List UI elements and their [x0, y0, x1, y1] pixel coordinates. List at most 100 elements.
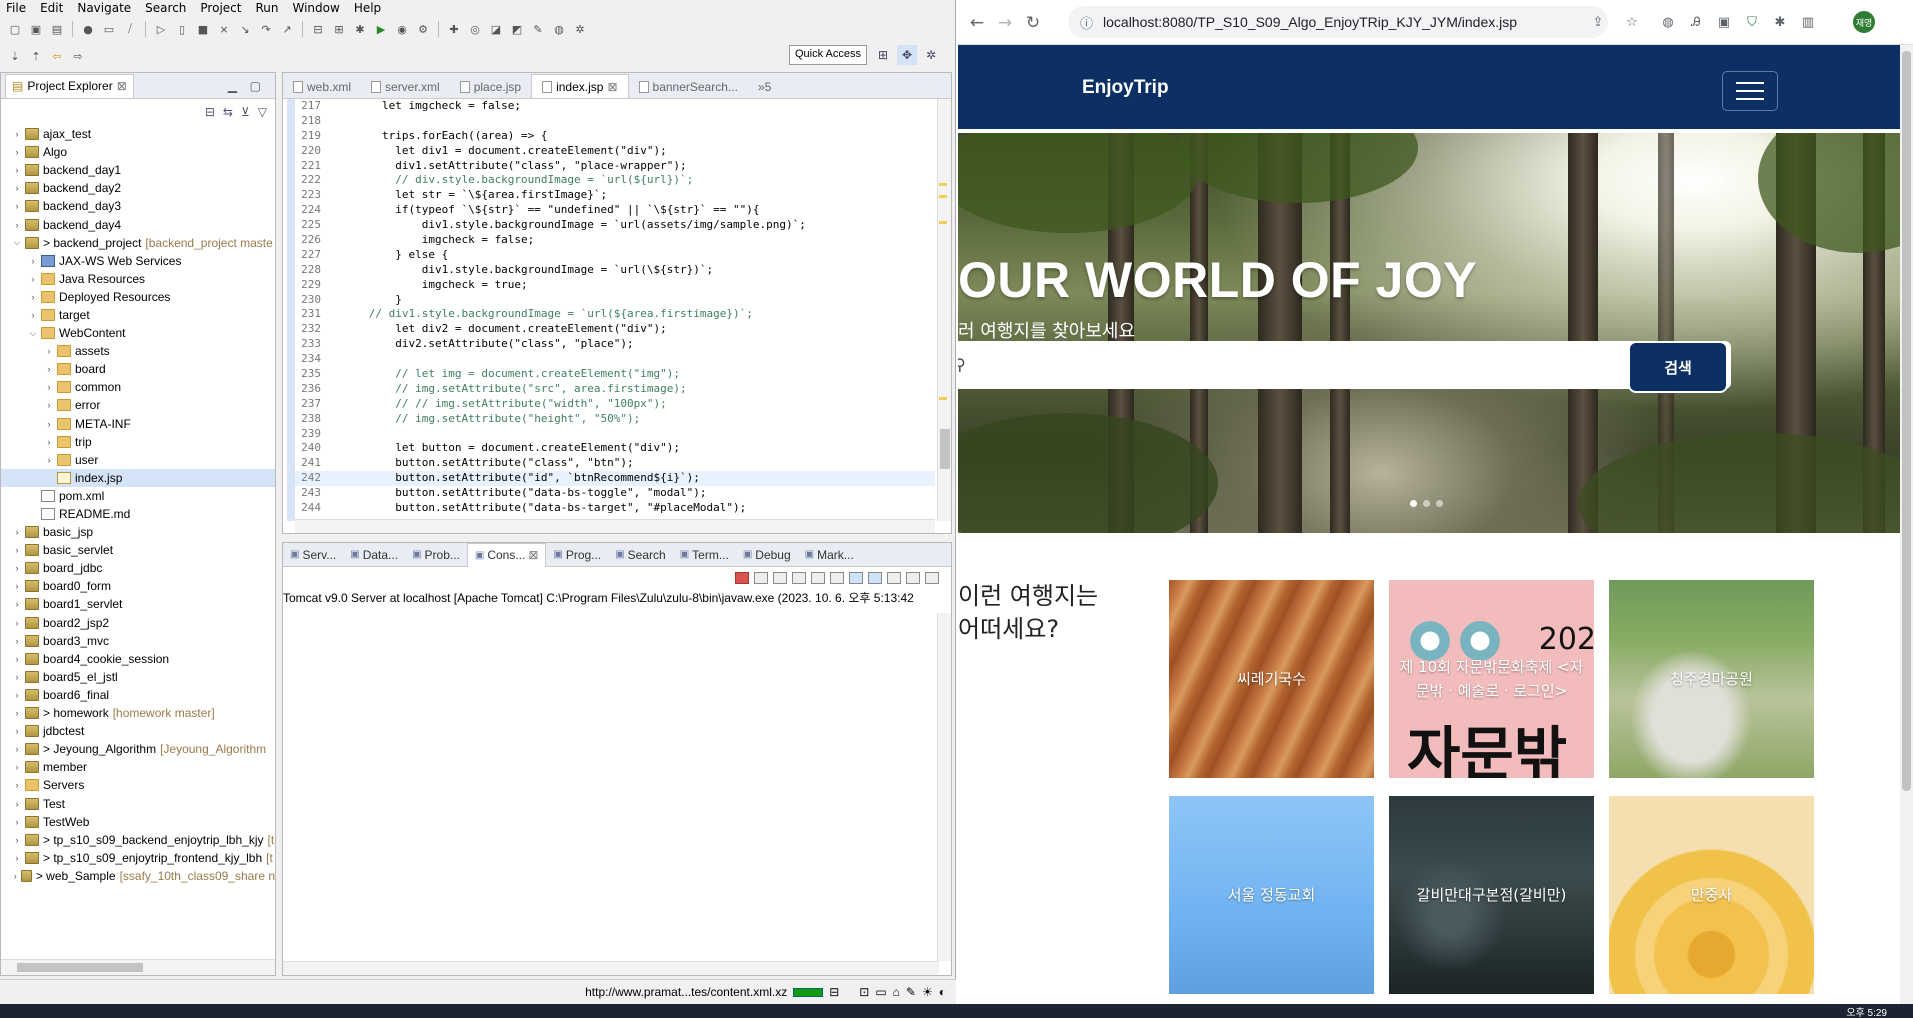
code-line[interactable]: 238 // img.setAttribute("height", "50%")…	[295, 412, 935, 427]
debug-icon[interactable]: ✱	[351, 20, 369, 38]
extension-c-icon[interactable]: ▣	[1714, 12, 1734, 32]
scroll-thumb[interactable]	[940, 429, 950, 469]
tree-item[interactable]: › user	[1, 451, 275, 469]
close-icon[interactable]: ⊠	[607, 80, 617, 94]
extension-b-icon[interactable]: Ꭿ	[1686, 12, 1706, 32]
toggle-icon[interactable]: ⊟	[309, 20, 327, 38]
chevron-right-icon[interactable]: ›	[27, 274, 39, 284]
chevron-down-icon[interactable]: ⌵	[11, 237, 23, 248]
tree-item[interactable]: › > tp_s10_s09_enjoytrip_frontend_kjy_lbh…	[1, 849, 275, 867]
project-explorer-tab[interactable]: ▤ Project Explorer ⊠	[5, 73, 134, 98]
overview-marker[interactable]	[939, 183, 947, 186]
chevron-right-icon[interactable]: ›	[43, 382, 55, 392]
tree-item[interactable]: › Servers	[1, 776, 275, 794]
menu-project[interactable]: Project	[200, 1, 241, 15]
tree-item[interactable]: › Deployed Resources	[1, 288, 275, 306]
step-into-icon[interactable]: ↘	[236, 20, 254, 38]
tree-item[interactable]: › > homework [homework master]	[1, 704, 275, 722]
notification-icon[interactable]: ⊡	[859, 985, 869, 999]
chevron-right-icon[interactable]: ›	[43, 364, 55, 374]
debug-perspective-icon[interactable]: ✲	[921, 45, 941, 65]
chevron-right-icon[interactable]: ›	[43, 346, 55, 356]
console-tab[interactable]: ▣ Prob...	[405, 544, 467, 566]
code-line[interactable]: 226 imgcheck = false;	[295, 233, 935, 248]
chevron-right-icon[interactable]: ›	[11, 165, 23, 175]
tree-item[interactable]: › board3_mvc	[1, 632, 275, 650]
menu-edit[interactable]: Edit	[40, 1, 63, 15]
code-line[interactable]: 240 let button = document.createElement(…	[295, 441, 935, 456]
tree-item[interactable]: › Java Resources	[1, 270, 275, 288]
menu-help[interactable]: Help	[354, 1, 381, 15]
menu-file[interactable]: File	[6, 1, 26, 15]
terminate-icon[interactable]	[735, 572, 749, 584]
editor-tab[interactable]: server.xml	[361, 76, 450, 98]
carousel-dot[interactable]	[1423, 500, 1430, 507]
url-text[interactable]: localhost:8080/TP_S10_S09_Algo_EnjoyTRip…	[1103, 14, 1517, 30]
forward-icon[interactable]: →	[994, 12, 1016, 34]
page-vertical-scrollbar[interactable]	[1900, 45, 1913, 1004]
tree-item[interactable]: pom.xml	[1, 487, 275, 505]
place-card[interactable]: 씨레기국수	[1169, 580, 1374, 778]
filter-icon[interactable]: ⊻	[241, 105, 250, 119]
code-line[interactable]: 219 trips.forEach((area) => {	[295, 129, 935, 144]
carousel-dot[interactable]	[1436, 500, 1443, 507]
tree-item[interactable]: › board5_el_jstl	[1, 668, 275, 686]
code-line[interactable]: 237 // // img.setAttribute("width", "100…	[295, 397, 935, 412]
reload-icon[interactable]: ↻	[1022, 12, 1044, 34]
tree-item[interactable]: README.md	[1, 505, 275, 523]
taskbar-clock[interactable]: 오후 5:29	[1846, 1004, 1887, 1018]
tree-item[interactable]: › TestWeb	[1, 813, 275, 831]
tree-item[interactable]: › board0_form	[1, 577, 275, 595]
hat-icon[interactable]: ⌂	[893, 985, 900, 999]
chevron-right-icon[interactable]: ›	[11, 654, 23, 664]
chevron-right-icon[interactable]: ›	[11, 871, 19, 881]
tree-item[interactable]: › board6_final	[1, 686, 275, 704]
chevron-right-icon[interactable]: ›	[11, 744, 23, 754]
code-line[interactable]: 217 let imgcheck = false;	[295, 99, 935, 114]
tree-item[interactable]: › ajax_test	[1, 125, 275, 143]
new-java-icon[interactable]: ✚	[445, 20, 463, 38]
editor-tab[interactable]: »5	[748, 76, 781, 98]
explorer-horizontal-scrollbar[interactable]	[1, 959, 275, 975]
menu-run[interactable]: Run	[255, 1, 278, 15]
chevron-right-icon[interactable]: ›	[27, 310, 39, 320]
place-card[interactable]: 서울 정동교회	[1169, 796, 1374, 994]
collapse-all-icon[interactable]: ⊟	[205, 105, 215, 119]
editor-vertical-scrollbar[interactable]	[937, 99, 951, 521]
forward-icon[interactable]: ⇨	[69, 47, 87, 65]
remove-all-icon[interactable]	[773, 572, 787, 584]
code-line[interactable]: 220 let div1 = document.createElement("d…	[295, 144, 935, 159]
overview-marker[interactable]	[939, 221, 947, 224]
console-tab[interactable]: ▣ Data...	[343, 544, 405, 566]
tree-item[interactable]: › common	[1, 378, 275, 396]
code-line[interactable]: 221 div1.setAttribute("class", "place-wr…	[295, 159, 935, 174]
console-tab[interactable]: ▣ Term...	[673, 544, 736, 566]
tree-item[interactable]: › jdbctest	[1, 722, 275, 740]
code-line[interactable]: 227 } else {	[295, 248, 935, 263]
code-line[interactable]: 218	[295, 114, 935, 129]
profile-avatar[interactable]: 재영	[1853, 11, 1875, 33]
terminal-icon[interactable]: ▭	[100, 20, 118, 38]
pin-console-icon[interactable]	[887, 572, 901, 584]
place-card[interactable]: 202 자문밖 제 10회 자문밖문화축제 <자문밖 · 예술로 · 로그인>	[1389, 580, 1594, 778]
console-tab[interactable]: ▣ Serv...	[283, 544, 343, 566]
bulb-icon[interactable]: ☀	[922, 985, 933, 999]
coverage-icon[interactable]: ◉	[393, 20, 411, 38]
chevron-right-icon[interactable]: ›	[43, 455, 55, 465]
open-type-icon[interactable]: ◪	[487, 20, 505, 38]
profile-icon[interactable]: ●	[79, 20, 97, 38]
console-tab[interactable]: ▣ Cons... ⊠	[466, 542, 547, 567]
chevron-right-icon[interactable]: ›	[11, 636, 23, 646]
suspend-icon[interactable]: ▯	[173, 20, 191, 38]
chevron-right-icon[interactable]: ›	[43, 437, 55, 447]
code-line[interactable]: 224 if(typeof `\${str}` == "undefined" |…	[295, 203, 935, 218]
code-line[interactable]: 230 }	[295, 293, 935, 308]
tree-item[interactable]: › board4_cookie_session	[1, 650, 275, 668]
menu-search[interactable]: Search	[145, 1, 186, 15]
prev-annotation-icon[interactable]: ⇡	[27, 47, 45, 65]
code-line[interactable]: 235 // let img = document.createElement(…	[295, 367, 935, 382]
tree-item[interactable]: › backend_day2	[1, 179, 275, 197]
scroll-thumb[interactable]	[17, 963, 143, 972]
chevron-right-icon[interactable]: ›	[11, 201, 23, 211]
code-line[interactable]: 225 div1.style.backgroundImage = `url(as…	[295, 218, 935, 233]
